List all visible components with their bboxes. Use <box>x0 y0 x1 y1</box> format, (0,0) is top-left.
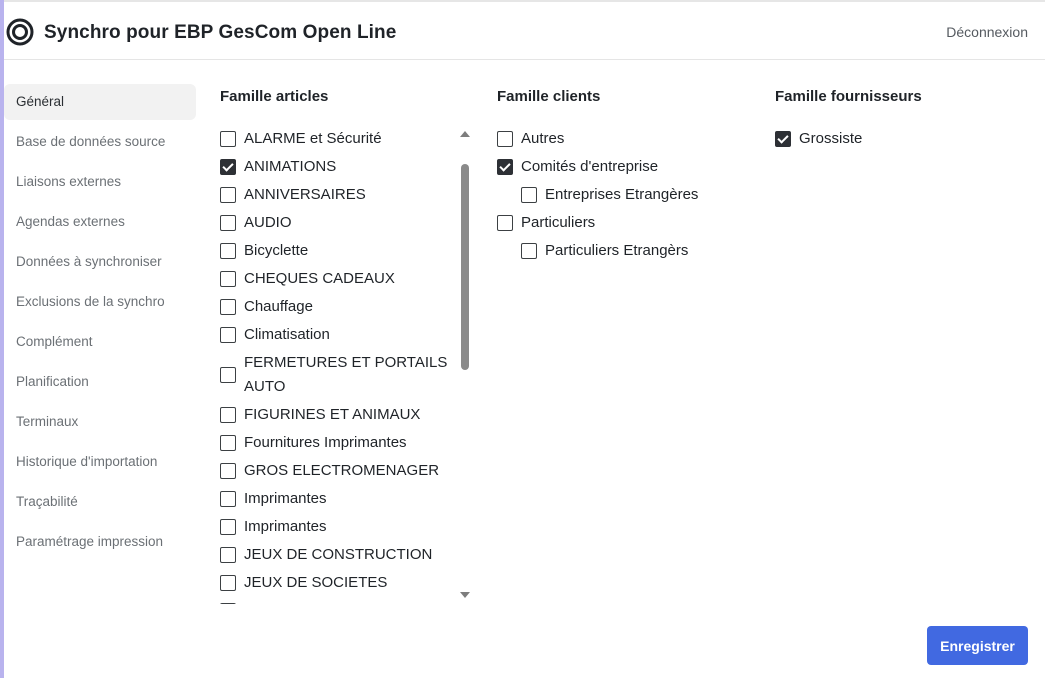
articles-checkbox-item[interactable] <box>220 597 455 604</box>
articles-checkbox-item[interactable]: GROS ELECTROMENAGER <box>220 457 455 485</box>
checkbox-label: Chauffage <box>244 298 313 315</box>
sidebar-item[interactable]: Agendas externes <box>4 204 196 240</box>
checkbox-label: AUDIO <box>244 214 292 231</box>
checkbox-label: ANIMATIONS <box>244 158 337 175</box>
checkbox-unchecked-icon[interactable] <box>521 187 537 203</box>
checkbox-label: GROS ELECTROMENAGER <box>244 462 440 479</box>
scroll-down-arrow-icon[interactable] <box>460 592 470 598</box>
app-header: Synchro pour EBP GesCom Open Line Déconn… <box>4 2 1045 60</box>
logout-link[interactable]: Déconnexion <box>946 24 1028 40</box>
articles-checkbox-item[interactable]: ALARME et Sécurité <box>220 125 455 153</box>
articles-checkbox-item[interactable]: JEUX DE CONSTRUCTION <box>220 541 455 569</box>
famille-articles-column: Famille articles ALARME et Sécurité ANIMA… <box>220 86 475 604</box>
checkbox-label: Grossiste <box>799 130 863 147</box>
checkbox-label: CHEQUES CADEAUX <box>244 270 395 287</box>
checkbox-label: FERMETURES ET PORTAILS AUTO <box>244 354 448 395</box>
sidebar-item[interactable]: Exclusions de la synchro <box>4 284 196 320</box>
articles-checkbox-item[interactable]: FERMETURES ET PORTAILS AUTO <box>220 349 455 401</box>
articles-checkbox-item[interactable]: CHEQUES CADEAUX <box>220 265 455 293</box>
checkbox-label: Imprimantes <box>244 490 327 507</box>
checkbox-unchecked-icon[interactable] <box>220 519 236 535</box>
app-title: Synchro pour EBP GesCom Open Line <box>44 22 397 43</box>
checkbox-unchecked-icon[interactable] <box>521 243 537 259</box>
checkbox-label: Particuliers <box>521 214 596 231</box>
checkbox-label: Entreprises Etrangères <box>545 186 699 203</box>
checkbox-unchecked-icon[interactable] <box>220 491 236 507</box>
articles-checkbox-item[interactable]: ANIMATIONS <box>220 153 455 181</box>
checkbox-label: Imprimantes <box>244 518 327 535</box>
articles-checkbox-item[interactable]: AUDIO <box>220 209 455 237</box>
scroll-thumb[interactable] <box>461 164 469 370</box>
articles-checkbox-item[interactable]: Fournitures Imprimantes <box>220 429 455 457</box>
sidebar-item[interactable]: Général <box>4 84 196 120</box>
scroll-up-arrow-icon[interactable] <box>460 131 470 137</box>
checkbox-label: Climatisation <box>244 326 330 343</box>
checkbox-label: ALARME et Sécurité <box>244 130 382 147</box>
checkbox-checked-icon[interactable] <box>775 131 791 147</box>
checkbox-unchecked-icon[interactable] <box>220 575 236 591</box>
checkbox-unchecked-icon[interactable] <box>220 463 236 479</box>
sidebar-item[interactable]: Base de données source <box>4 124 196 160</box>
checkbox-unchecked-icon[interactable] <box>220 407 236 423</box>
articles-checkbox-item[interactable]: JEUX DE SOCIETES <box>220 569 455 597</box>
checkbox-label: ANNIVERSAIRES <box>244 186 366 203</box>
famille-articles-list[interactable]: ALARME et Sécurité ANIMATIONS ANNIVERSAIRE… <box>220 125 455 604</box>
articles-checkbox-item[interactable]: Bicyclette <box>220 237 455 265</box>
checkbox-unchecked-icon[interactable] <box>220 299 236 315</box>
articles-checkbox-item[interactable]: ANNIVERSAIRES <box>220 181 455 209</box>
sidebar-item[interactable]: Complément <box>4 324 196 360</box>
sidebar-item[interactable]: Paramétrage impression <box>4 524 196 560</box>
clients-checkbox-item[interactable]: Comités d'entreprise <box>497 153 757 181</box>
articles-checkbox-item[interactable]: Climatisation <box>220 321 455 349</box>
sidebar-item[interactable]: Planification <box>4 364 196 400</box>
checkbox-label: Autres <box>521 130 565 147</box>
ring-logo-icon <box>6 18 34 46</box>
checkbox-unchecked-icon[interactable] <box>220 271 236 287</box>
clients-checkbox-item[interactable]: Autres <box>497 125 757 153</box>
checkbox-label: Bicyclette <box>244 242 309 259</box>
checkbox-unchecked-icon[interactable] <box>497 131 513 147</box>
checkbox-unchecked-icon[interactable] <box>220 367 236 383</box>
sidebar-item[interactable]: Terminaux <box>4 404 196 440</box>
checkbox-unchecked-icon[interactable] <box>220 243 236 259</box>
sidebar-item[interactable]: Historique d'importation <box>4 444 196 480</box>
checkbox-unchecked-icon[interactable] <box>220 215 236 231</box>
famille-fournisseurs-title: Famille fournisseurs <box>775 88 922 105</box>
checkbox-unchecked-icon[interactable] <box>220 435 236 451</box>
famille-fournisseurs-list: Grossiste <box>775 125 1015 153</box>
fournisseurs-checkbox-item[interactable]: Grossiste <box>775 125 1015 153</box>
checkbox-checked-icon[interactable] <box>497 159 513 175</box>
checkbox-label: Particuliers Etrangèrs <box>545 242 689 259</box>
sidebar-item[interactable]: Liaisons externes <box>4 164 196 200</box>
checkbox-unchecked-icon[interactable] <box>220 327 236 343</box>
famille-clients-column: Famille clients Autres Comités d'entrepri… <box>497 86 757 265</box>
settings-sidebar: Général Base de données source Liaisons ex… <box>4 84 196 564</box>
checkbox-label: FIGURINES ET ANIMAUX <box>244 406 421 423</box>
checkbox-unchecked-icon[interactable] <box>220 187 236 203</box>
famille-clients-title: Famille clients <box>497 88 601 105</box>
checkbox-unchecked-icon[interactable] <box>220 603 236 604</box>
clients-checkbox-item[interactable]: Entreprises Etrangères <box>521 181 757 209</box>
checkbox-label: JEUX DE CONSTRUCTION <box>244 546 433 563</box>
checkbox-checked-icon[interactable] <box>220 159 236 175</box>
articles-checkbox-item[interactable]: Imprimantes <box>220 513 455 541</box>
famille-fournisseurs-column: Famille fournisseurs Grossiste <box>775 86 1015 153</box>
checkbox-label: Fournitures Imprimantes <box>244 434 407 451</box>
checkbox-label: Comités d'entreprise <box>521 158 659 175</box>
save-button[interactable]: Enregistrer <box>927 626 1028 665</box>
articles-checkbox-item[interactable]: Imprimantes <box>220 485 455 513</box>
articles-scrollbar[interactable] <box>459 125 471 604</box>
checkbox-unchecked-icon[interactable] <box>497 215 513 231</box>
clients-checkbox-item[interactable]: Particuliers <box>497 209 757 237</box>
checkbox-label: JEUX DE SOCIETES <box>244 574 388 591</box>
checkbox-unchecked-icon[interactable] <box>220 131 236 147</box>
sidebar-item[interactable]: Données à synchroniser <box>4 244 196 280</box>
famille-clients-list: Autres Comités d'entreprise Entreprises Et… <box>497 125 757 265</box>
famille-articles-title: Famille articles <box>220 88 329 105</box>
sidebar-item[interactable]: Traçabilité <box>4 484 196 520</box>
checkbox-unchecked-icon[interactable] <box>220 547 236 563</box>
clients-checkbox-item[interactable]: Particuliers Etrangèrs <box>521 237 757 265</box>
articles-checkbox-item[interactable]: Chauffage <box>220 293 455 321</box>
articles-checkbox-item[interactable]: FIGURINES ET ANIMAUX <box>220 401 455 429</box>
